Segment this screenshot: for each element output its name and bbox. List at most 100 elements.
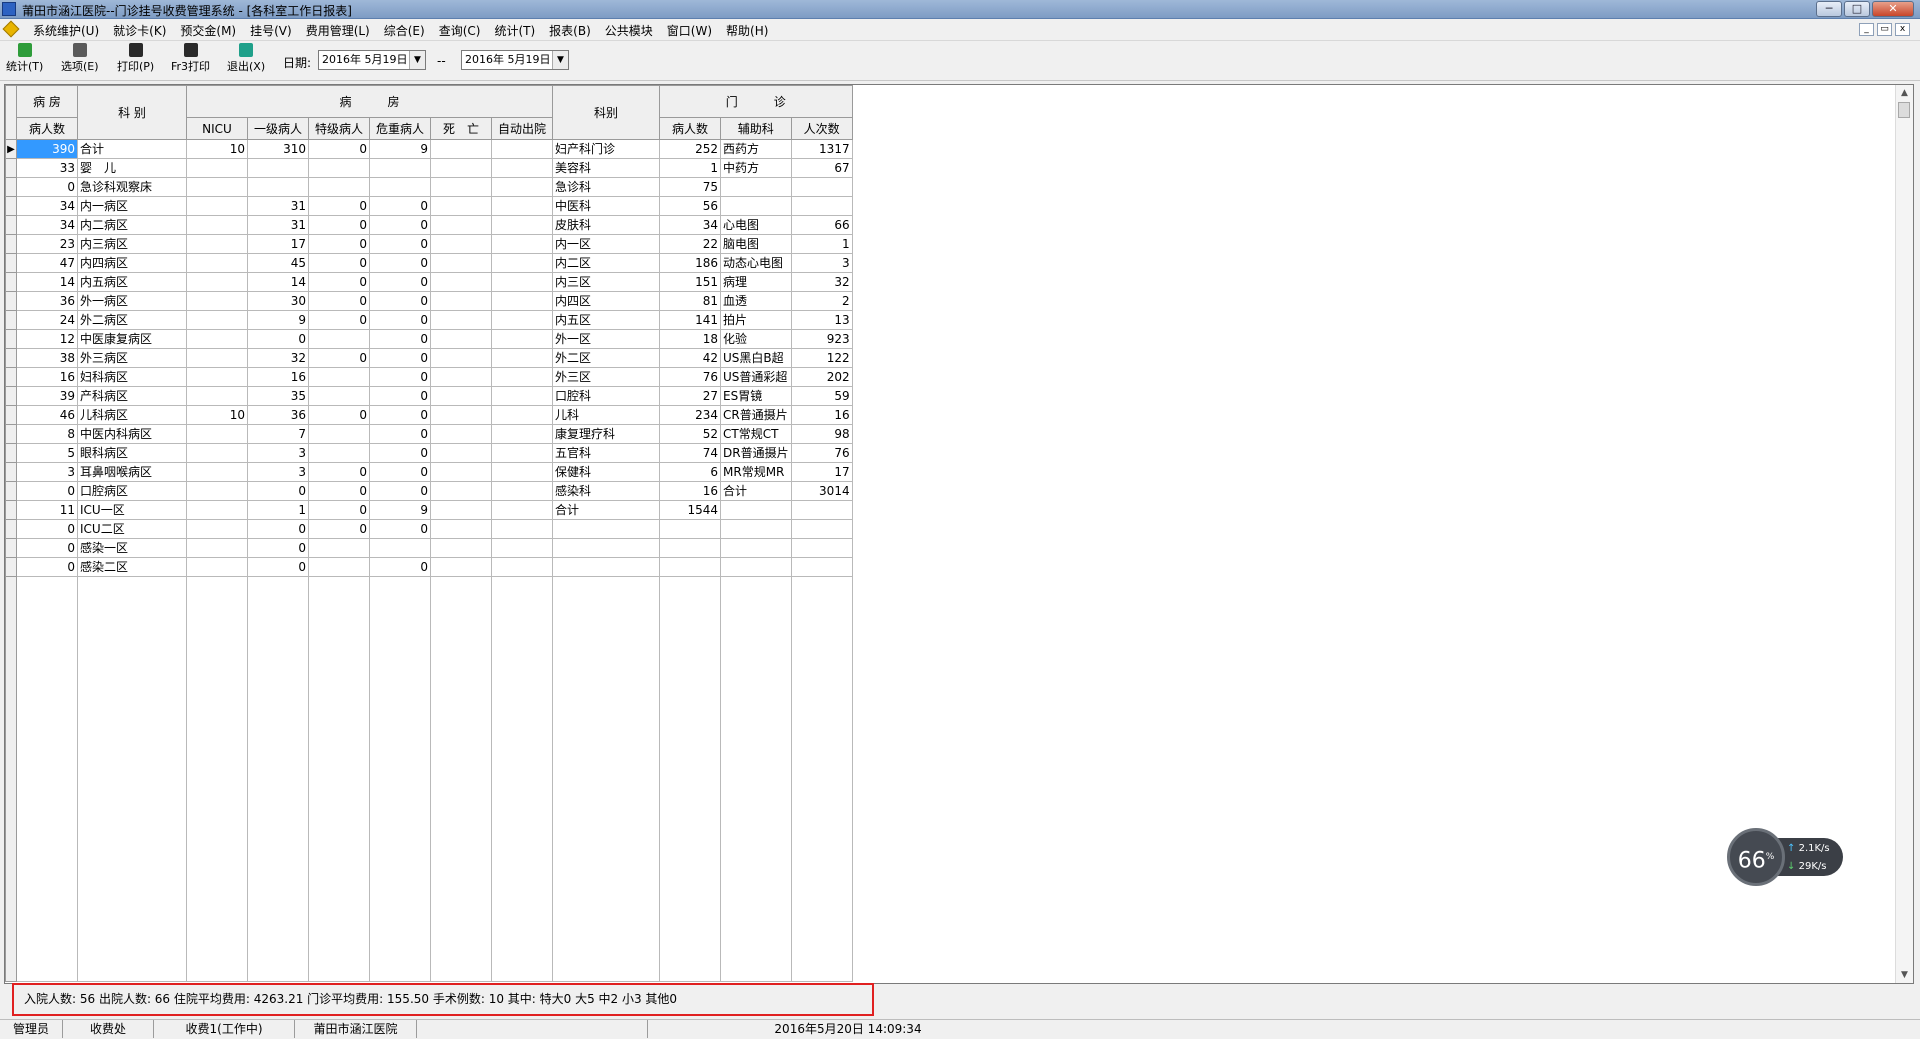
table-cell[interactable]: 0: [16, 557, 78, 577]
table-row[interactable]: 12 中医康复病区 0 0 外一区 18 化验 923: [5, 329, 853, 349]
table-row[interactable]: ▶ 390 合计 10 310 0 9 妇产科门诊 252 西药方 1317: [5, 139, 853, 159]
table-cell[interactable]: 0: [308, 462, 370, 482]
table-row[interactable]: 34 内一病区 31 0 0 中医科 56: [5, 196, 853, 216]
row-indicator[interactable]: [5, 310, 17, 330]
table-cell[interactable]: 16: [659, 481, 721, 501]
table-cell[interactable]: [430, 253, 492, 273]
table-cell[interactable]: 76: [659, 367, 721, 387]
table-cell[interactable]: 31: [247, 215, 309, 235]
table-cell[interactable]: 内二病区: [77, 215, 187, 235]
table-cell[interactable]: [430, 386, 492, 406]
table-cell[interactable]: 16: [16, 367, 78, 387]
table-cell[interactable]: 38: [16, 348, 78, 368]
table-cell[interactable]: 14: [16, 272, 78, 292]
statistics-button[interactable]: 统计(T): [6, 43, 43, 74]
table-cell[interactable]: [430, 424, 492, 444]
table-cell[interactable]: 五官科: [552, 443, 660, 463]
table-cell[interactable]: [430, 329, 492, 349]
table-cell[interactable]: 0: [247, 538, 309, 558]
table-cell[interactable]: 内五区: [552, 310, 660, 330]
row-indicator[interactable]: [5, 177, 17, 197]
table-cell[interactable]: 脑电图: [720, 234, 792, 254]
table-cell[interactable]: DR普通摄片: [720, 443, 792, 463]
table-cell[interactable]: 中医科: [552, 196, 660, 216]
table-cell[interactable]: 52: [659, 424, 721, 444]
table-cell[interactable]: 2: [790, 291, 853, 311]
table-cell[interactable]: 0: [308, 215, 370, 235]
table-row[interactable]: 39 产科病区 35 0 口腔科 27 ES胃镜 59: [5, 386, 853, 406]
table-cell[interactable]: [720, 538, 792, 558]
date-to-picker[interactable]: 2016年 5月19日 ▼: [461, 50, 569, 70]
menu-item-7[interactable]: 统计(T): [487, 22, 542, 39]
table-cell[interactable]: [369, 538, 431, 558]
table-cell[interactable]: [430, 481, 492, 501]
table-cell[interactable]: 9: [369, 500, 431, 520]
table-cell[interactable]: [308, 386, 370, 406]
table-cell[interactable]: 中医康复病区: [77, 329, 187, 349]
table-cell[interactable]: [491, 196, 553, 216]
table-cell[interactable]: 0: [369, 367, 431, 387]
menu-item-4[interactable]: 费用管理(L): [299, 22, 377, 39]
table-cell[interactable]: US普通彩超: [720, 367, 792, 387]
table-cell[interactable]: [720, 196, 792, 216]
table-cell[interactable]: [186, 215, 248, 235]
table-cell[interactable]: 口腔病区: [77, 481, 187, 501]
menu-item-0[interactable]: 系统维护(U): [26, 22, 106, 39]
row-indicator[interactable]: [5, 443, 17, 463]
table-cell[interactable]: 0: [308, 500, 370, 520]
table-cell[interactable]: CR普通摄片: [720, 405, 792, 425]
table-cell[interactable]: 81: [659, 291, 721, 311]
table-cell[interactable]: CT常规CT: [720, 424, 792, 444]
table-cell[interactable]: 9: [247, 310, 309, 330]
fr3-print-button[interactable]: Fr3打印: [171, 43, 210, 74]
table-cell[interactable]: 0: [247, 481, 309, 501]
row-indicator[interactable]: [5, 329, 17, 349]
table-cell[interactable]: 56: [659, 196, 721, 216]
table-cell[interactable]: [720, 557, 792, 577]
table-cell[interactable]: [491, 253, 553, 273]
table-cell[interactable]: 0: [369, 405, 431, 425]
table-cell[interactable]: 0: [369, 481, 431, 501]
table-cell[interactable]: ICU二区: [77, 519, 187, 539]
table-cell[interactable]: 0: [369, 443, 431, 463]
table-cell[interactable]: [491, 272, 553, 292]
row-indicator[interactable]: [5, 291, 17, 311]
row-indicator[interactable]: [5, 481, 17, 501]
table-cell[interactable]: 0: [308, 253, 370, 273]
table-cell[interactable]: 内三病区: [77, 234, 187, 254]
table-cell[interactable]: 10: [186, 139, 248, 159]
table-cell[interactable]: [186, 253, 248, 273]
row-indicator[interactable]: [5, 557, 17, 577]
table-cell[interactable]: [247, 177, 309, 197]
table-cell[interactable]: 14: [247, 272, 309, 292]
table-row[interactable]: 23 内三病区 17 0 0 内一区 22 脑电图 1: [5, 234, 853, 254]
table-cell[interactable]: 1: [790, 234, 853, 254]
table-cell[interactable]: 59: [790, 386, 853, 406]
table-cell[interactable]: 0: [369, 310, 431, 330]
table-cell[interactable]: [491, 139, 553, 159]
table-cell[interactable]: 47: [16, 253, 78, 273]
table-cell[interactable]: [430, 348, 492, 368]
row-indicator[interactable]: [5, 196, 17, 216]
table-row[interactable]: 36 外一病区 30 0 0 内四区 81 血透 2: [5, 291, 853, 311]
table-cell[interactable]: 98: [790, 424, 853, 444]
row-indicator[interactable]: [5, 538, 17, 558]
table-cell[interactable]: 口腔科: [552, 386, 660, 406]
scroll-down-icon[interactable]: ▼: [1896, 967, 1913, 983]
table-cell[interactable]: 外三区: [552, 367, 660, 387]
table-cell[interactable]: 外二区: [552, 348, 660, 368]
table-cell[interactable]: 0: [308, 519, 370, 539]
row-indicator[interactable]: [5, 519, 17, 539]
table-cell[interactable]: 0: [369, 557, 431, 577]
table-cell[interactable]: 32: [247, 348, 309, 368]
table-row[interactable]: 38 外三病区 32 0 0 外二区 42 US黑白B超 122: [5, 348, 853, 368]
menu-item-5[interactable]: 综合(E): [377, 22, 432, 39]
table-cell[interactable]: ES胃镜: [720, 386, 792, 406]
table-cell[interactable]: 923: [790, 329, 853, 349]
table-cell[interactable]: 产科病区: [77, 386, 187, 406]
table-cell[interactable]: 感染二区: [77, 557, 187, 577]
table-cell[interactable]: 3: [16, 462, 78, 482]
table-cell[interactable]: 外二病区: [77, 310, 187, 330]
table-cell[interactable]: 76: [790, 443, 853, 463]
table-cell[interactable]: 拍片: [720, 310, 792, 330]
